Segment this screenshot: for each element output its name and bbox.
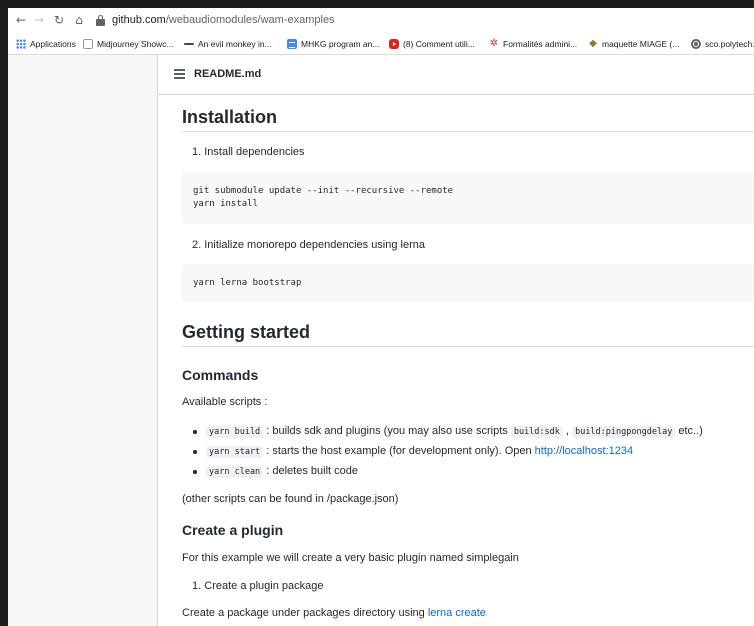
readme-panel: README.md Installation 1. Install depend…: [157, 55, 754, 626]
address-bar[interactable]: github.com/webaudiomodules/wam-examples: [112, 13, 335, 27]
heading-divider: [182, 131, 754, 132]
list-item: yarn clean : deletes built code: [193, 464, 358, 480]
midjourney-icon: [83, 39, 93, 49]
list-icon[interactable]: [174, 69, 185, 79]
star-logo-icon: ✲: [489, 38, 499, 49]
lerna-create-link[interactable]: lerna create: [428, 607, 486, 619]
bookmark-mhkg[interactable]: MHKG program an...: [287, 36, 379, 52]
code-line: yarn lerna bootstrap: [193, 278, 302, 288]
bookmark-formalites[interactable]: ✲ Formalités admini...: [489, 36, 577, 52]
bookmarks-bar: Applications Midjourney Showc... An evil…: [8, 33, 754, 55]
getting-started-heading: Getting started: [182, 322, 311, 342]
installation-heading: Installation: [182, 107, 278, 127]
bookmark-sco-polytech[interactable]: sco.polytech.u: [691, 36, 754, 52]
example-text: For this example we will create a very b…: [182, 552, 519, 564]
list-item: 1. Create a plugin package: [192, 580, 324, 592]
lock-icon[interactable]: [96, 15, 105, 26]
bookmark-midjourney[interactable]: Midjourney Showc...: [83, 36, 174, 52]
bookmark-applications[interactable]: Applications: [16, 36, 76, 52]
list-item: yarn start : starts the host example (fo…: [193, 444, 633, 460]
list-item: 2. Initialize monorepo dependencies usin…: [192, 239, 426, 251]
localhost-link[interactable]: http://localhost:1234: [535, 445, 633, 457]
list-item: yarn build : builds sdk and plugins (you…: [193, 424, 703, 440]
url-host: github.com: [112, 14, 166, 26]
bookmark-evil-monkey[interactable]: An evil monkey in...: [184, 36, 272, 52]
code-line: yarn install: [193, 199, 259, 209]
apps-grid-icon: [16, 39, 26, 49]
available-scripts-text: Available scripts :: [182, 396, 268, 408]
screen-top-strip: [0, 0, 754, 8]
monkey-icon: [184, 43, 194, 45]
code-block-install: git submodule update --init --recursive …: [182, 172, 754, 224]
file-header: README.md: [158, 55, 754, 95]
forward-arrow-icon[interactable]: →: [30, 10, 48, 30]
bookmark-maquette-miage[interactable]: ◆ maquette MIAGE (...: [588, 36, 679, 52]
home-icon[interactable]: ⌂: [70, 10, 88, 30]
heading-divider: [182, 346, 754, 347]
back-arrow-icon[interactable]: ←: [12, 10, 30, 30]
bookmark-comment-utili[interactable]: (8) Comment utili...: [389, 36, 475, 52]
code-block-bootstrap: yarn lerna bootstrap: [182, 264, 754, 302]
reload-icon[interactable]: ↻: [50, 10, 68, 30]
list-item: 1. Install dependencies: [192, 146, 305, 158]
commands-heading: Commands: [182, 367, 259, 383]
youtube-icon: [389, 39, 399, 49]
file-name: README.md: [194, 68, 262, 80]
browser-toolbar: ← → ↻ ⌂ github.com/webaudiomodules/wam-e…: [8, 8, 754, 33]
diamond-logo-icon: ◆: [589, 38, 597, 49]
url-path: /webaudiomodules/wam-examples: [165, 14, 335, 26]
create-package-text: Create a package under packages director…: [182, 607, 486, 619]
globe-icon: [691, 39, 701, 49]
browser-window: ← → ↻ ⌂ github.com/webaudiomodules/wam-e…: [8, 8, 754, 626]
google-docs-icon: [287, 39, 297, 49]
code-line: git submodule update --init --recursive …: [193, 186, 454, 196]
create-plugin-heading: Create a plugin: [182, 522, 284, 538]
page-area: README.md Installation 1. Install depend…: [8, 55, 754, 626]
other-scripts-text: (other scripts can be found in /package.…: [182, 493, 399, 505]
